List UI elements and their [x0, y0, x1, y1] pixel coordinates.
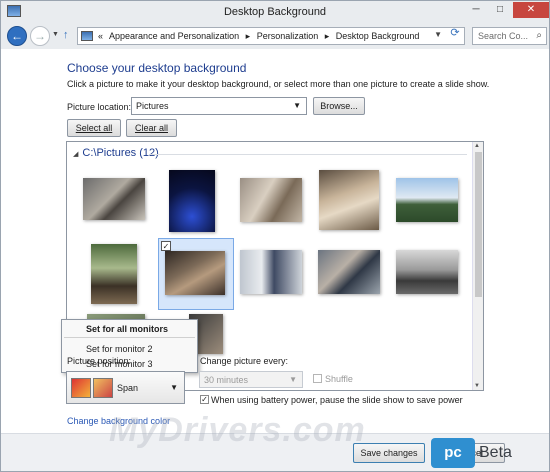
- clear-all-button[interactable]: Clear all: [126, 119, 177, 137]
- thumbnail-city-bw: [396, 250, 458, 294]
- recent-pages-dropdown[interactable]: ▼: [52, 31, 59, 38]
- breadcrumb-separator[interactable]: ▸: [325, 31, 330, 41]
- picture-tile[interactable]: [393, 238, 469, 310]
- battery-pause-checkbox[interactable]: ✓: [200, 395, 209, 404]
- watermark-badge: pc Beta: [431, 438, 547, 468]
- watermark-text: MyDrivers.com: [109, 411, 366, 449]
- thumbnail-person-outdoors: [91, 244, 137, 304]
- minimize-button[interactable]: ─: [465, 2, 487, 18]
- maximize-button[interactable]: □: [489, 2, 511, 18]
- thumbnail-puppy-blanket: [240, 178, 302, 222]
- menu-item-set-all-monitors[interactable]: Set for all monitors: [86, 324, 168, 334]
- chevron-down-icon: ▼: [293, 101, 301, 110]
- search-placeholder: Search Co...: [478, 31, 529, 41]
- desktop-background-window: Desktop Background ─ □ ✕ ← → ▼ ↑ « Appea…: [0, 0, 550, 472]
- picture-group-title: C:\Pictures (12): [82, 147, 159, 159]
- picture-tile[interactable]: [81, 166, 157, 238]
- picture-tile[interactable]: [315, 166, 391, 238]
- page-instructions: Click a picture to make it your desktop …: [67, 79, 490, 89]
- picture-tile[interactable]: [159, 166, 235, 238]
- group-divider: [149, 154, 467, 155]
- breadcrumb-separator[interactable]: ▸: [246, 31, 251, 41]
- pc-logo-icon: pc: [431, 438, 475, 468]
- collapse-triangle-icon[interactable]: ◢: [73, 151, 78, 158]
- shuffle-checkbox[interactable]: [313, 374, 322, 383]
- picture-group-header[interactable]: ◢ C:\Pictures (12): [73, 147, 159, 159]
- scrollbar-thumb[interactable]: [475, 152, 482, 297]
- thumbnail-child-steps: [240, 250, 302, 294]
- vertical-scrollbar[interactable]: ▲ ▼: [472, 142, 483, 390]
- change-every-value: 30 minutes: [204, 375, 249, 385]
- picture-tile[interactable]: [315, 238, 391, 310]
- search-icon[interactable]: ⌕: [536, 30, 542, 41]
- picture-position-select[interactable]: Span ▼: [66, 371, 185, 404]
- thumbnail-person-couch: [165, 251, 225, 295]
- breadcrumb-desktop-background[interactable]: Desktop Background: [336, 31, 420, 41]
- change-every-label: Change picture every:: [200, 356, 289, 366]
- address-history-dropdown[interactable]: ▼: [434, 30, 442, 39]
- address-bar[interactable]: « Appearance and Personalization ▸ Perso…: [77, 27, 465, 45]
- navigation-bar: ← → ▼ ↑ « Appearance and Personalization…: [1, 23, 549, 49]
- breadcrumb-appearance[interactable]: Appearance and Personalization: [109, 31, 239, 41]
- scroll-down-icon[interactable]: ▼: [474, 383, 480, 389]
- thumbnail-person-baby: [318, 250, 380, 294]
- picture-tile[interactable]: [237, 166, 313, 238]
- picture-location-select[interactable]: Pictures ▼: [131, 97, 307, 115]
- scroll-up-icon[interactable]: ▲: [474, 143, 480, 149]
- watermark-beta-text: Beta: [479, 444, 512, 461]
- shuffle-label: Shuffle: [325, 374, 353, 384]
- thumbnail-puppy-toy: [319, 170, 379, 230]
- page-title: Choose your desktop background: [67, 61, 247, 75]
- thumbnail-eiffel-tower: [169, 170, 215, 232]
- picture-tile-selected[interactable]: ✓: [158, 238, 234, 310]
- search-input[interactable]: Search Co... ⌕: [472, 27, 547, 45]
- thumbnail-city-skyline: [396, 178, 458, 222]
- menu-item-set-monitor-2[interactable]: Set for monitor 2: [86, 344, 153, 354]
- forward-arrow-icon[interactable]: →: [30, 26, 50, 46]
- tile-checkbox[interactable]: ✓: [161, 241, 171, 251]
- battery-pause-label: When using battery power, pause the slid…: [211, 395, 463, 405]
- picture-tile[interactable]: [393, 166, 469, 238]
- title-bar: Desktop Background ─ □ ✕: [1, 1, 549, 23]
- picture-position-value: Span: [117, 383, 139, 393]
- select-all-button[interactable]: Select all: [67, 119, 121, 137]
- control-panel-icon: [81, 31, 93, 41]
- picture-location-label: Picture location:: [67, 102, 132, 112]
- change-every-select[interactable]: 30 minutes ▼: [199, 371, 303, 388]
- up-arrow-icon[interactable]: ↑: [63, 29, 69, 41]
- breadcrumb: « Appearance and Personalization ▸ Perso…: [98, 31, 423, 42]
- chevron-down-icon: ▼: [170, 383, 178, 392]
- picture-tile[interactable]: [81, 238, 157, 310]
- close-button[interactable]: ✕: [513, 2, 549, 18]
- picture-position-label: Picture position:: [67, 356, 132, 366]
- main-content: Choose your desktop background Click a p…: [1, 49, 549, 433]
- thumbnail-dog-on-rug: [83, 178, 145, 220]
- picture-location-value: Pictures: [136, 101, 169, 111]
- browse-button[interactable]: Browse...: [313, 97, 365, 115]
- span-preview-icon: [71, 378, 113, 398]
- breadcrumb-overflow[interactable]: «: [98, 31, 103, 41]
- breadcrumb-personalization[interactable]: Personalization: [257, 31, 319, 41]
- picture-tile[interactable]: [237, 238, 313, 310]
- back-arrow-icon[interactable]: ←: [7, 26, 27, 46]
- refresh-icon[interactable]: ⟳: [447, 26, 463, 40]
- chevron-down-icon: ▼: [289, 375, 297, 384]
- menu-separator: [64, 337, 195, 338]
